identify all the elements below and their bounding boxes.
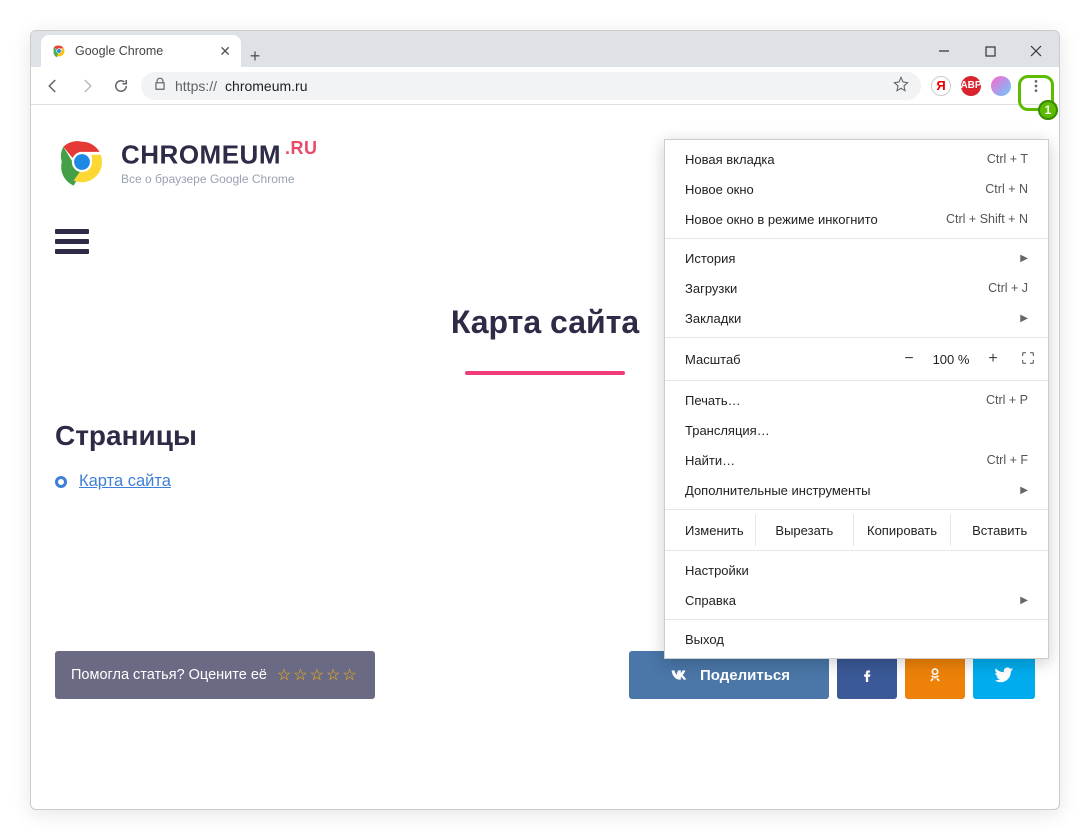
browser-tab[interactable]: Google Chrome ✕ [41,35,241,67]
twitter-icon [993,664,1015,686]
menu-separator [665,619,1048,620]
extension-icons: Я ABP [927,76,1015,96]
heading-underline [465,371,625,375]
adblock-extension-icon[interactable]: ABP [961,76,981,96]
menu-copy[interactable]: Копировать [853,514,951,546]
menu-print[interactable]: Печать…Ctrl + P [665,385,1048,415]
site-name: CHROMEUM.RU [121,138,318,171]
bookmark-star-icon[interactable] [893,76,909,95]
menu-help[interactable]: Справка▶ [665,585,1048,615]
titlebar: Google Chrome ✕ + [31,31,1059,67]
sitemap-link[interactable]: Карта сайта [79,472,171,491]
menu-settings[interactable]: Настройки [665,555,1048,585]
menu-more-tools[interactable]: Дополнительные инструменты▶ [665,475,1048,505]
yandex-extension-icon[interactable]: Я [931,76,951,96]
maximize-button[interactable] [967,35,1013,67]
close-window-button[interactable] [1013,35,1059,67]
back-button[interactable] [39,72,67,100]
fullscreen-icon[interactable] [1020,350,1036,369]
tab-close-icon[interactable]: ✕ [219,43,231,60]
lock-icon [153,77,167,94]
chrome-menu-button[interactable] [1021,71,1051,101]
menu-zoom: Масштаб − 100 % + [665,342,1048,376]
reload-button[interactable] [107,72,135,100]
menu-separator [665,509,1048,510]
profile-avatar-icon[interactable] [991,76,1011,96]
menu-cut[interactable]: Вырезать [755,514,853,546]
menu-incognito[interactable]: Новое окно в режиме инкогнитоCtrl + Shif… [665,204,1048,234]
chrome-logo-icon [55,135,109,189]
chevron-right-icon: ▶ [1020,253,1028,264]
menu-find[interactable]: Найти…Ctrl + F [665,445,1048,475]
facebook-icon [860,664,874,686]
bullet-icon [55,476,67,488]
menu-new-tab[interactable]: Новая вкладкаCtrl + T [665,144,1048,174]
url-host: chromeum.ru [225,78,307,94]
menu-edit-row: Изменить Вырезать Копировать Вставить [665,514,1048,546]
chevron-right-icon: ▶ [1020,313,1028,324]
menu-downloads[interactable]: ЗагрузкиCtrl + J [665,273,1048,303]
browser-window: Google Chrome ✕ + https:// chromeum.ru Я … [30,30,1060,810]
menu-separator [665,337,1048,338]
menu-history[interactable]: История▶ [665,243,1048,273]
menu-paste[interactable]: Вставить [950,514,1048,546]
menu-edit-label: Изменить [665,514,755,546]
chrome-main-menu: Новая вкладкаCtrl + T Новое окноCtrl + N… [664,139,1049,659]
menu-exit[interactable]: Выход [665,624,1048,654]
window-controls [921,35,1059,67]
site-subtitle: Все о браузере Google Chrome [121,172,318,186]
url-scheme: https:// [175,78,217,94]
rating-stars-icon[interactable]: ☆☆☆☆☆ [277,665,359,685]
chevron-right-icon: ▶ [1020,485,1028,496]
menu-separator [665,550,1048,551]
rate-article-box[interactable]: Помогла статья? Оцените её ☆☆☆☆☆ [55,651,375,699]
menu-cast[interactable]: Трансляция… [665,415,1048,445]
toolbar: https:// chromeum.ru Я ABP [31,67,1059,105]
menu-bookmarks[interactable]: Закладки▶ [665,303,1048,333]
address-bar[interactable]: https:// chromeum.ru [141,72,921,100]
new-tab-button[interactable]: + [241,46,269,67]
zoom-value: 100 % [926,352,976,367]
zoom-out-button[interactable]: − [892,345,926,373]
chevron-right-icon: ▶ [1020,595,1028,606]
tab-title: Google Chrome [75,44,163,58]
odnoklassniki-icon [927,664,943,686]
zoom-in-button[interactable]: + [976,345,1010,373]
menu-new-window[interactable]: Новое окноCtrl + N [665,174,1048,204]
forward-button[interactable] [73,72,101,100]
chrome-favicon-icon [51,43,67,59]
vk-icon [668,664,690,686]
menu-separator [665,380,1048,381]
minimize-button[interactable] [921,35,967,67]
menu-separator [665,238,1048,239]
rate-prompt: Помогла статья? Оцените её [71,667,267,683]
hamburger-menu-icon[interactable] [55,229,89,254]
share-vk-label: Поделиться [700,667,790,684]
